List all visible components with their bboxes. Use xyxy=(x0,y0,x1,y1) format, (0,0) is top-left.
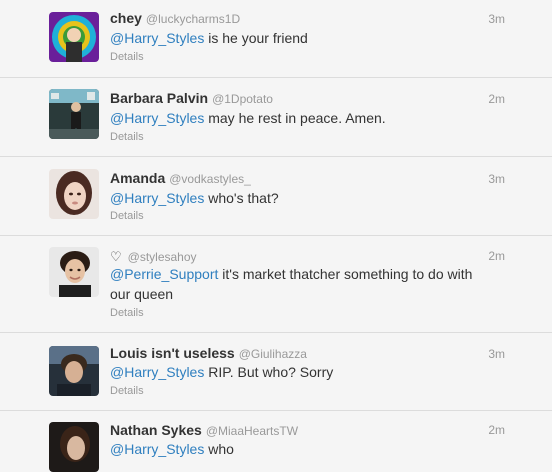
user-handle[interactable]: @1Dpotato xyxy=(212,92,273,106)
user-name[interactable]: chey xyxy=(110,10,142,26)
tweet-item[interactable]: Louis isn't useless @Giulihazza 3m @Harry… xyxy=(0,333,552,411)
avatar[interactable] xyxy=(49,346,99,396)
tweet-text: @Harry_Styles is he your friend xyxy=(110,28,530,48)
avatar[interactable] xyxy=(49,89,99,139)
tweet-body: it's market thatcher something to do wit… xyxy=(218,266,473,282)
tweet-body: who's that? xyxy=(204,190,279,206)
user-handle[interactable]: @stylesahoy xyxy=(128,250,197,264)
tweet-text: @Harry_Styles who's that? xyxy=(110,188,530,208)
timestamp: 3m xyxy=(488,12,505,26)
tweet-item[interactable]: chey @luckycharms1D 3m @Harry_Styles is h… xyxy=(0,0,552,78)
user-name[interactable]: Amanda xyxy=(110,170,165,186)
avatar[interactable] xyxy=(49,422,99,472)
details-link[interactable]: Details xyxy=(110,51,144,63)
heart-icon: ♡ xyxy=(110,249,122,264)
tweet-body: who xyxy=(204,441,234,457)
timestamp: 3m xyxy=(488,172,505,186)
timestamp: 2m xyxy=(488,92,505,106)
mention-link[interactable]: @Perrie_Support xyxy=(110,266,218,282)
mention-link[interactable]: @Harry_Styles xyxy=(110,364,204,380)
tweet-text: @Harry_Styles may he rest in peace. Amen… xyxy=(110,108,530,128)
tweet-text: @Harry_Styles RIP. But who? Sorry xyxy=(110,362,530,382)
timestamp: 2m xyxy=(488,249,505,263)
mention-link[interactable]: @Harry_Styles xyxy=(110,110,204,126)
tweet-body: is he your friend xyxy=(204,30,308,46)
user-name[interactable]: Louis isn't useless xyxy=(110,345,235,361)
tweet-text: @Harry_Styles who xyxy=(110,439,530,459)
tweet-item[interactable]: ♡ @stylesahoy 2m @Perrie_Support it's mar… xyxy=(0,236,552,333)
user-handle[interactable]: @vodkastyles_ xyxy=(169,172,251,186)
timestamp: 2m xyxy=(488,423,505,437)
avatar[interactable] xyxy=(49,247,99,297)
mention-link[interactable]: @Harry_Styles xyxy=(110,30,204,46)
user-handle[interactable]: @MiaaHeartsTW xyxy=(206,424,298,438)
tweet-text: @Perrie_Support it's market thatcher som… xyxy=(110,264,530,304)
tweet-item[interactable]: Amanda @vodkastyles_ 3m @Harry_Styles who… xyxy=(0,157,552,236)
mention-link[interactable]: @Harry_Styles xyxy=(110,441,204,457)
avatar[interactable] xyxy=(49,169,99,219)
details-link[interactable]: Details xyxy=(110,210,144,222)
details-link[interactable]: Details xyxy=(110,131,144,143)
user-name[interactable]: Barbara Palvin xyxy=(110,90,208,106)
tweet-item[interactable]: Nathan Sykes @MiaaHeartsTW 2m @Harry_Styl… xyxy=(0,411,552,472)
details-link[interactable]: Details xyxy=(110,307,144,319)
timestamp: 3m xyxy=(488,347,505,361)
avatar[interactable] xyxy=(49,12,99,62)
mention-link[interactable]: @Harry_Styles xyxy=(110,190,204,206)
details-link[interactable]: Details xyxy=(110,385,144,397)
user-name[interactable]: Nathan Sykes xyxy=(110,422,202,438)
tweet-body: RIP. But who? Sorry xyxy=(204,364,334,380)
tweet-item[interactable]: Barbara Palvin @1Dpotato 2m @Harry_Styles… xyxy=(0,78,552,157)
user-handle[interactable]: @luckycharms1D xyxy=(146,12,240,26)
user-handle[interactable]: @Giulihazza xyxy=(239,347,307,361)
tweet-feed: chey @luckycharms1D 3m @Harry_Styles is h… xyxy=(0,0,552,472)
tweet-body: may he rest in peace. Amen. xyxy=(204,110,386,126)
tweet-body-line2: our queen xyxy=(110,286,174,302)
